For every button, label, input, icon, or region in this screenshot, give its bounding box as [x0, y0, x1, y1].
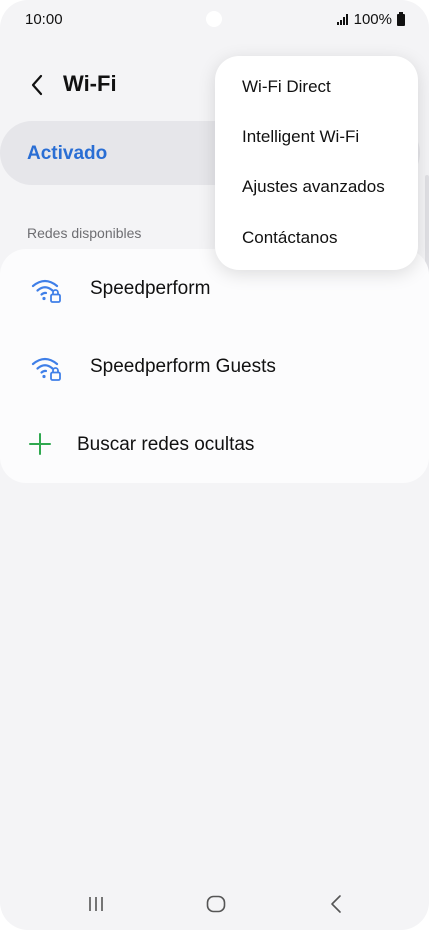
battery-percent: 100% — [353, 11, 392, 28]
page-title: Wi-Fi — [63, 71, 117, 96]
screen: 10:00 100% Wi-Fi Activado Redes disponib… — [0, 0, 429, 930]
chevron-left-icon — [31, 74, 43, 96]
battery-icon — [397, 11, 405, 26]
nav-back-button[interactable] — [316, 892, 356, 916]
menu-item-label: Intelligent Wi-Fi — [242, 127, 360, 146]
menu-item-wifi-direct[interactable]: Wi-Fi Direct — [215, 68, 418, 118]
recents-icon — [89, 897, 103, 911]
signal-icon — [336, 14, 348, 25]
navigation-bar — [0, 880, 429, 930]
plus-icon — [29, 433, 51, 455]
status-indicators: 100% — [336, 11, 405, 28]
search-hidden-networks-label: Buscar redes ocultas — [77, 434, 255, 455]
network-item[interactable]: Speedperform Guests — [0, 327, 429, 405]
network-name: Speedperform Guests — [90, 356, 276, 377]
menu-item-label: Ajustes avanzados — [242, 177, 385, 196]
menu-item-label: Contáctanos — [242, 228, 338, 247]
menu-item-label: Wi-Fi Direct — [242, 77, 331, 96]
wifi-locked-icon — [31, 279, 61, 303]
recents-button[interactable] — [76, 892, 116, 916]
section-label-available-networks: Redes disponibles — [27, 225, 142, 241]
wifi-locked-icon — [31, 357, 61, 381]
menu-item-advanced-settings[interactable]: Ajustes avanzados — [215, 168, 418, 218]
back-button[interactable] — [20, 68, 54, 102]
home-icon — [206, 895, 226, 913]
networks-card: Speedperform Speedperform Guests Buscar … — [0, 249, 429, 483]
menu-item-intelligent-wifi[interactable]: Intelligent Wi-Fi — [215, 118, 418, 168]
wifi-toggle-label: Activado — [27, 143, 108, 164]
menu-item-contact-us[interactable]: Contáctanos — [215, 219, 418, 269]
status-bar: 10:00 100% — [0, 0, 429, 40]
network-name: Speedperform — [90, 278, 211, 299]
overflow-menu: Wi-Fi Direct Intelligent Wi-Fi Ajustes a… — [215, 56, 418, 270]
search-hidden-networks-button[interactable]: Buscar redes ocultas — [0, 405, 429, 483]
back-icon — [331, 895, 341, 913]
status-time: 10:00 — [25, 11, 63, 28]
camera-cutout — [206, 11, 222, 27]
home-button[interactable] — [196, 892, 236, 916]
